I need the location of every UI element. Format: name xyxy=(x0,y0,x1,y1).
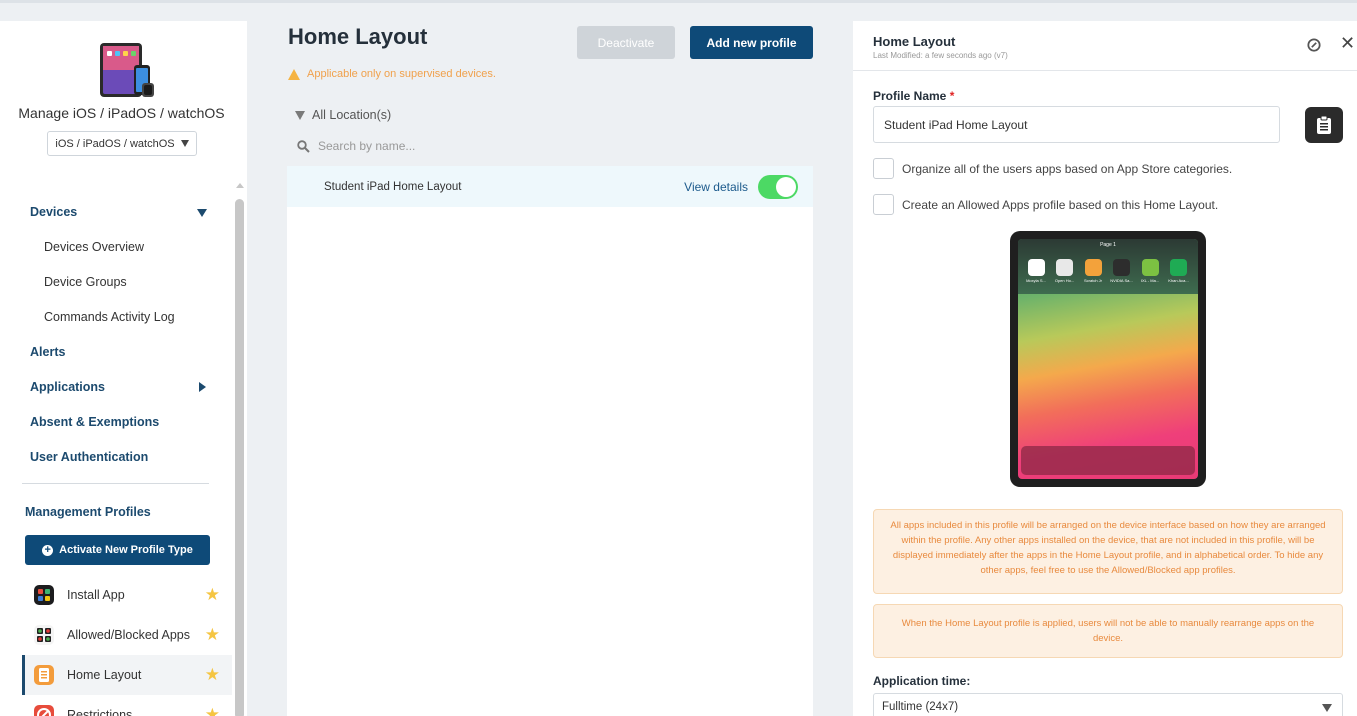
activate-button-label: Activate New Profile Type xyxy=(59,544,193,556)
chevron-down-icon[interactable] xyxy=(197,209,207,217)
profile-name-input[interactable]: Student iPad Home Layout xyxy=(873,106,1280,143)
page-label: Page 1 xyxy=(1100,242,1116,248)
management-profiles-title: Management Profiles xyxy=(25,505,151,519)
apple-devices-icon xyxy=(100,43,154,97)
os-select-value: iOS / iPadOS / watchOS xyxy=(55,137,175,150)
profile-name-label-text: Profile Name xyxy=(873,89,947,103)
preview-app-label: NVIDIA Sa... xyxy=(1110,278,1133,283)
chevron-right-icon[interactable] xyxy=(199,382,206,392)
nav-commands-log[interactable]: Commands Activity Log xyxy=(44,310,175,324)
allowed-apps-label: Create an Allowed Apps profile based on … xyxy=(902,197,1219,212)
organize-apps-option[interactable]: Organize all of the users apps based on … xyxy=(873,158,1232,179)
preview-app-icon xyxy=(1084,259,1102,276)
filter-label: All Location(s) xyxy=(312,108,392,122)
ipad-screen: Page 1 Moxyla S... Open Ho... Scratch Jr NV… xyxy=(1018,239,1198,479)
profile-label: Restrictions xyxy=(67,708,133,716)
preview-app-label: IXL - Ma... xyxy=(1140,278,1160,283)
warning-text: Applicable only on supervised devices. xyxy=(307,68,496,80)
star-icon[interactable]: ★ xyxy=(205,585,220,605)
caret-down-icon xyxy=(1322,704,1332,712)
profile-name: Student iPad Home Layout xyxy=(324,180,462,193)
nav-applications[interactable]: Applications xyxy=(30,380,105,394)
close-icon[interactable]: ✕ xyxy=(1340,34,1355,52)
page-title: Home Layout xyxy=(288,24,428,49)
preview-app-icon xyxy=(1170,259,1187,276)
manage-title: Manage iOS / iPadOS / watchOS xyxy=(18,105,225,121)
nav-alerts[interactable]: Alerts xyxy=(30,345,65,359)
preview-app-icon xyxy=(1113,259,1130,276)
allowed-apps-option[interactable]: Create an Allowed Apps profile based on … xyxy=(873,194,1218,215)
preview-app-icon xyxy=(1141,259,1159,276)
profile-allowed-blocked-apps[interactable]: Allowed/Blocked Apps ★ xyxy=(22,615,232,655)
clipboard-button[interactable] xyxy=(1305,107,1343,143)
restrictions-icon xyxy=(34,705,54,716)
activate-profile-type-button[interactable]: + Activate New Profile Type xyxy=(25,535,210,565)
last-modified: Last Modified: a few seconds ago (v7) xyxy=(873,51,1008,60)
allowed-blocked-icon xyxy=(34,625,54,645)
ipad-dock xyxy=(1021,446,1195,475)
filter-icon xyxy=(295,110,305,120)
os-platform-select[interactable]: iOS / iPadOS / watchOS xyxy=(47,131,197,156)
supervised-warning: Applicable only on supervised devices. xyxy=(288,68,496,80)
profile-install-app[interactable]: Install App ★ xyxy=(22,575,232,615)
sidebar: Manage iOS / iPadOS / watchOS iOS / iPad… xyxy=(0,21,247,716)
preview-app-label: Scratch Jr xyxy=(1083,278,1102,283)
detail-title: Home Layout xyxy=(873,34,956,49)
nav-absent-exemptions[interactable]: Absent & Exemptions xyxy=(30,415,159,429)
star-icon[interactable]: ★ xyxy=(205,665,220,685)
profile-label: Home Layout xyxy=(67,668,142,682)
profile-name-label: Profile Name * xyxy=(873,89,954,103)
home-layout-icon xyxy=(34,665,54,685)
organize-apps-label: Organize all of the users apps based on … xyxy=(902,161,1233,176)
warning-icon xyxy=(288,68,300,80)
search-icon xyxy=(297,139,310,153)
sidebar-scrollbar[interactable] xyxy=(235,199,244,716)
detail-header: Home Layout Last Modified: a few seconds… xyxy=(853,21,1357,71)
profile-restrictions[interactable]: Restrictions ★ xyxy=(22,695,232,716)
caret-down-icon xyxy=(180,140,189,147)
top-border xyxy=(0,0,1357,3)
nav-devices[interactable]: Devices xyxy=(30,205,77,219)
info-note: All apps included in this profile will b… xyxy=(873,509,1343,594)
profile-label: Install App xyxy=(67,588,125,602)
profile-label: Allowed/Blocked Apps xyxy=(67,628,190,642)
allowed-apps-checkbox[interactable] xyxy=(873,194,894,215)
scroll-up-arrow[interactable] xyxy=(236,183,244,188)
application-time-select[interactable]: Fulltime (24x7) xyxy=(873,693,1343,716)
application-time-label: Application time: xyxy=(873,674,971,688)
sidebar-divider xyxy=(22,483,209,484)
preview-app-label: Khan Aca... xyxy=(1168,278,1189,283)
clipboard-icon xyxy=(1317,115,1331,134)
detail-panel: Home Layout Last Modified: a few seconds… xyxy=(853,21,1357,716)
required-mark: * xyxy=(949,89,955,103)
add-new-profile-button[interactable]: Add new profile xyxy=(690,26,813,59)
list-item[interactable]: Student iPad Home Layout View details xyxy=(287,166,813,207)
profile-home-layout[interactable]: Home Layout ★ xyxy=(22,655,232,695)
preview-app-icon xyxy=(1027,259,1045,276)
nav-device-groups[interactable]: Device Groups xyxy=(44,275,127,289)
organize-apps-checkbox[interactable] xyxy=(873,158,894,179)
star-icon[interactable]: ★ xyxy=(205,625,220,645)
nav-user-authentication[interactable]: User Authentication xyxy=(30,450,148,464)
plus-circle-icon: + xyxy=(42,544,54,556)
ipad-preview: Page 1 Moxyla S... Open Ho... Scratch Jr NV… xyxy=(1010,231,1206,487)
view-details-link[interactable]: View details xyxy=(684,180,748,194)
preview-app-icon xyxy=(1056,259,1073,276)
preview-app-label: Open Ho... xyxy=(1054,278,1075,283)
search-box[interactable]: Search by name... xyxy=(297,139,415,153)
deactivate-button[interactable]: Deactivate xyxy=(577,26,675,59)
search-input[interactable]: Search by name... xyxy=(318,139,415,153)
nav-devices-overview[interactable]: Devices Overview xyxy=(44,240,144,254)
location-filter[interactable]: All Location(s) xyxy=(295,108,391,122)
preview-app-label: Moxyla S... xyxy=(1026,278,1046,283)
rearrange-warning: When the Home Layout profile is applied,… xyxy=(873,604,1343,658)
profile-list: Student iPad Home Layout View details xyxy=(287,166,813,716)
profile-toggle[interactable] xyxy=(758,174,798,199)
star-icon[interactable]: ★ xyxy=(205,705,220,716)
application-time-value: Fulltime (24x7) xyxy=(882,701,959,713)
toggle-knob xyxy=(776,176,796,197)
link-icon[interactable] xyxy=(1307,38,1321,52)
install-app-icon xyxy=(34,585,54,605)
